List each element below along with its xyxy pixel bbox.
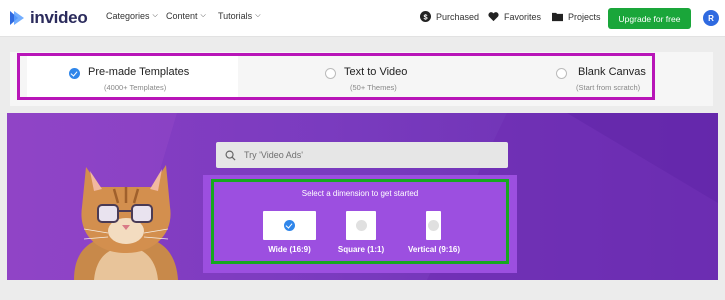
brand-name: invideo (30, 8, 88, 27)
nav-content-label: Content (166, 11, 198, 21)
chevron-down-icon: ⌵ (255, 12, 261, 19)
cat-with-sunglasses-illustration (74, 165, 178, 280)
dimension-selector-highlight (211, 179, 509, 264)
nav-projects-label: Projects (568, 11, 601, 22)
dollar-coin-icon: $ (420, 11, 431, 22)
nav-tutorials-label: Tutorials (218, 11, 253, 21)
heart-icon (488, 12, 499, 22)
brand-logo[interactable]: invideo (8, 8, 88, 28)
nav-purchased[interactable]: $ Purchased (420, 11, 479, 22)
nav-favorites-label: Favorites (504, 11, 542, 22)
svg-text:$: $ (423, 12, 427, 21)
search-icon (225, 150, 236, 161)
nav-projects[interactable]: Projects (552, 11, 601, 22)
nav-content[interactable]: Content ⌵ (166, 11, 206, 21)
upgrade-button[interactable]: Upgrade for free (608, 8, 691, 29)
nav-categories[interactable]: Categories ⌵ (106, 11, 158, 21)
nav-categories-label: Categories (106, 11, 150, 21)
nav-favorites[interactable]: Favorites (488, 11, 541, 22)
nav-tutorials[interactable]: Tutorials ⌵ (218, 11, 261, 21)
template-search-box[interactable] (216, 142, 508, 168)
mode-selector-highlight (17, 53, 655, 100)
chevron-down-icon: ⌵ (152, 12, 158, 19)
nav-purchased-label: Purchased (436, 11, 480, 22)
top-nav: invideo Categories ⌵ Content ⌵ Tutorials… (0, 0, 725, 37)
avatar[interactable]: R (703, 10, 719, 26)
search-input[interactable] (244, 150, 494, 160)
folder-icon (552, 12, 563, 22)
chevron-down-icon: ⌵ (200, 12, 206, 19)
invideo-logo-icon (10, 11, 24, 25)
